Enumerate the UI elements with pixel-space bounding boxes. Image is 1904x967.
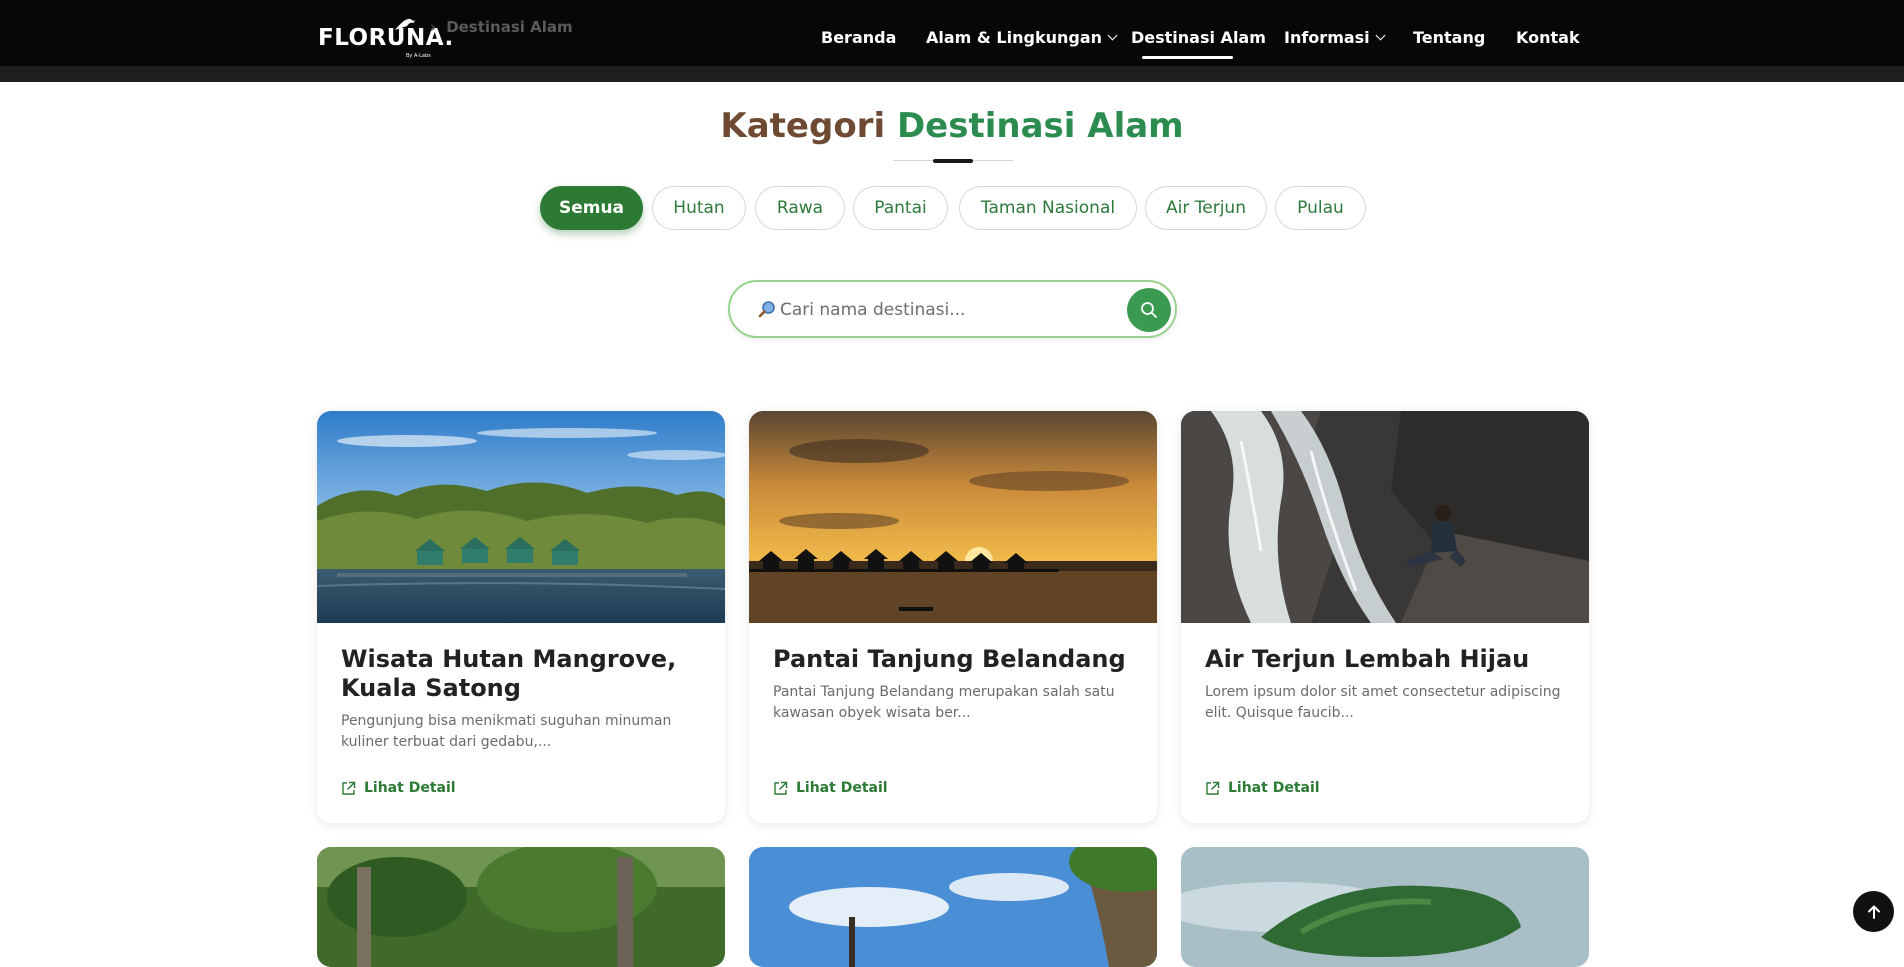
nav-label: Informasi (1284, 28, 1370, 47)
filter-rawa[interactable]: Rawa (755, 186, 845, 230)
section-title: Kategori Destinasi Alam (0, 104, 1904, 148)
card-image[interactable] (317, 411, 725, 623)
view-detail-link[interactable]: Lihat Detail (1205, 780, 1320, 796)
magnifier-icon (758, 301, 775, 318)
filter-label: Hutan (673, 198, 725, 218)
filter-air-terjun[interactable]: Air Terjun (1145, 186, 1267, 230)
external-link-icon (1206, 781, 1220, 795)
filter-taman-nasional[interactable]: Taman Nasional (959, 186, 1137, 230)
category-filters: Semua Hutan Rawa Pantai Taman Nasional A… (0, 186, 1904, 230)
breadcrumb-current: Destinasi Alam (446, 18, 573, 36)
site-header: FLORUNA. By A-Labs › Destinasi Alam Beran… (0, 0, 1904, 82)
view-detail-link[interactable]: Lihat Detail (773, 780, 888, 796)
destination-card[interactable]: Air Terjun Lembah Hijau Lorem ipsum dolo… (1181, 411, 1589, 823)
destination-search (728, 280, 1177, 338)
section-title-part1: Kategori (720, 106, 886, 146)
card-title[interactable]: Pantai Tanjung Belandang (773, 645, 1133, 674)
brand-tagline: By A-Labs (406, 53, 431, 59)
card-image[interactable] (749, 411, 1157, 623)
nav-label: Beranda (821, 28, 897, 47)
nav-label: Kontak (1516, 28, 1580, 47)
bird-logo-icon (395, 18, 415, 30)
filter-pantai[interactable]: Pantai (853, 186, 948, 230)
forest-photo (317, 847, 725, 967)
card-title[interactable]: Wisata Hutan Mangrove, Kuala Satong (341, 645, 701, 703)
card-description: Pengunjung bisa menikmati suguhan minuma… (341, 713, 672, 750)
search-icon (1141, 302, 1157, 318)
card-description: Pantai Tanjung Belandang merupakan salah… (773, 684, 1115, 721)
navbar: FLORUNA. By A-Labs › Destinasi Alam Beran… (0, 0, 1904, 66)
external-link-icon (774, 781, 788, 795)
card-description: Lorem ipsum dolor sit amet consectetur a… (1205, 684, 1561, 721)
link-label: Lihat Detail (364, 780, 456, 796)
filter-label: Pulau (1297, 198, 1344, 218)
view-detail-link[interactable]: Lihat Detail (341, 780, 456, 796)
destination-card-image[interactable] (317, 847, 725, 967)
card-image[interactable] (1181, 411, 1589, 623)
nav-informasi[interactable]: Informasi (1284, 28, 1386, 48)
section-title-part2: Destinasi Alam (896, 106, 1184, 146)
island-photo (1181, 847, 1589, 967)
filter-label: Semua (558, 198, 625, 218)
filter-semua[interactable]: Semua (540, 186, 643, 230)
filter-label: Air Terjun (1166, 198, 1246, 218)
link-label: Lihat Detail (796, 780, 888, 796)
arrow-up-icon (1867, 905, 1880, 919)
destination-card[interactable]: Wisata Hutan Mangrove, Kuala Satong Peng… (317, 411, 725, 823)
chevron-down-icon (1375, 30, 1386, 41)
title-divider-accent (933, 159, 973, 163)
external-link-icon (342, 781, 356, 795)
search-button[interactable] (1127, 288, 1171, 332)
nav-kontak[interactable]: Kontak (1516, 28, 1580, 48)
breadcrumb-separator-icon: › (430, 18, 437, 36)
park-photo (749, 847, 1157, 967)
nav-alam-lingkungan[interactable]: Alam & Lingkungan (926, 28, 1118, 48)
nav-destinasi-alam[interactable]: Destinasi Alam (1131, 28, 1266, 48)
back-to-top-button[interactable] (1853, 891, 1894, 932)
link-label: Lihat Detail (1228, 780, 1320, 796)
nav-label: Alam & Lingkungan (926, 28, 1103, 47)
nav-label: Destinasi Alam (1131, 28, 1266, 47)
destination-card[interactable]: Pantai Tanjung Belandang Pantai Tanjung … (749, 411, 1157, 823)
search-input[interactable] (780, 296, 1090, 324)
breadcrumb: › Destinasi Alam (430, 18, 573, 36)
nav-label: Tentang (1413, 28, 1486, 47)
destination-card-image[interactable] (1181, 847, 1589, 967)
nav-beranda[interactable]: Beranda (821, 28, 896, 48)
filter-hutan[interactable]: Hutan (652, 186, 746, 230)
nav-tentang[interactable]: Tentang (1413, 28, 1485, 48)
destination-card-image[interactable] (749, 847, 1157, 967)
filter-label: Pantai (874, 198, 927, 218)
chevron-down-icon (1107, 30, 1118, 41)
filter-pulau[interactable]: Pulau (1275, 186, 1366, 230)
filter-label: Rawa (776, 198, 824, 218)
active-nav-indicator (1142, 56, 1233, 59)
card-title[interactable]: Air Terjun Lembah Hijau (1205, 645, 1565, 674)
filter-label: Taman Nasional (980, 198, 1116, 218)
